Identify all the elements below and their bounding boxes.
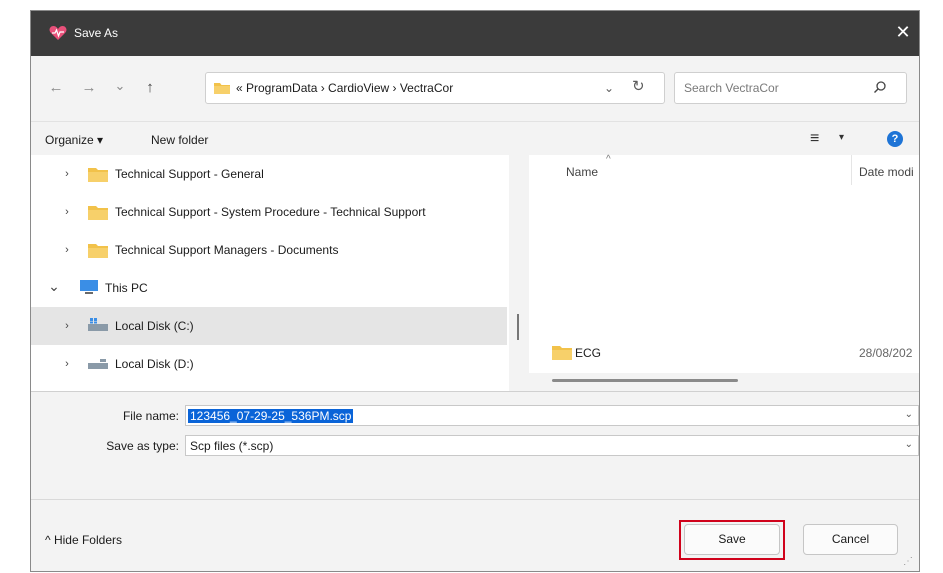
- tree-item-label[interactable]: Technical Support - System Procedure - T…: [115, 205, 426, 219]
- chevron-down-icon[interactable]: ⌄: [604, 81, 614, 95]
- forward-arrow-icon[interactable]: →: [78, 77, 100, 99]
- save-button[interactable]: Save: [684, 524, 780, 555]
- divider: [31, 391, 919, 392]
- file-list-pane: ECG 28/08/202: [529, 155, 919, 391]
- save-as-dialog: Save As ✕ ← → ⌄ ↑ « ProgramData › Cardio…: [30, 10, 920, 572]
- tree-item[interactable]: ⌄ This PC: [31, 269, 507, 307]
- chevron-right-icon[interactable]: ›: [61, 167, 73, 181]
- tree-item-label[interactable]: Local Disk (C:): [115, 319, 194, 333]
- file-name-label: File name:: [122, 409, 179, 423]
- divider: [31, 499, 919, 500]
- column-header-name[interactable]: Name: [566, 165, 598, 179]
- pane-splitter[interactable]: [513, 155, 527, 391]
- close-icon[interactable]: ✕: [893, 21, 913, 43]
- file-date: 28/08/202: [859, 346, 913, 360]
- chevron-down-icon[interactable]: ⌄: [905, 439, 913, 450]
- tree-item-label[interactable]: Technical Support - General: [115, 167, 264, 181]
- folder-icon: [88, 206, 108, 220]
- column-header-date[interactable]: Date modi: [859, 165, 914, 179]
- scrollbar-thumb[interactable]: [517, 314, 519, 340]
- resize-grip-icon[interactable]: ⋰: [903, 556, 913, 567]
- save-type-value[interactable]: Scp files (*.scp): [190, 439, 273, 453]
- tree-item-label[interactable]: This PC: [105, 281, 148, 295]
- list-item[interactable]: ECG 28/08/202: [529, 342, 919, 364]
- folder-icon: [552, 346, 572, 360]
- tree-item-selected[interactable]: › Local Disk (C:): [31, 307, 507, 345]
- new-folder-button[interactable]: New folder: [151, 133, 208, 147]
- disk-icon: [88, 359, 108, 369]
- help-icon[interactable]: ?: [887, 131, 903, 147]
- chevron-down-icon[interactable]: ⌄: [48, 279, 60, 293]
- tree-item[interactable]: › Local Disk (D:): [31, 345, 507, 383]
- search-icon[interactable]: [873, 80, 887, 94]
- view-dropdown-icon[interactable]: ▾: [839, 132, 844, 143]
- breadcrumb[interactable]: « ProgramData › CardioView › VectraCor: [236, 81, 453, 95]
- tree-item[interactable]: › Technical Support - General: [31, 155, 507, 193]
- pc-icon: [80, 280, 98, 294]
- address-bar[interactable]: « ProgramData › CardioView › VectraCor ⌄…: [205, 72, 665, 104]
- organize-button[interactable]: Organize ▾: [45, 133, 103, 147]
- up-arrow-icon[interactable]: ↑: [139, 77, 161, 99]
- file-name[interactable]: ECG: [575, 346, 601, 360]
- chevron-down-icon[interactable]: ⌄: [905, 409, 913, 420]
- chevron-right-icon[interactable]: ›: [61, 243, 73, 257]
- tree-item-label[interactable]: Technical Support Managers - Documents: [115, 243, 338, 257]
- tree-item[interactable]: › Technical Support Managers - Documents: [31, 231, 507, 269]
- file-name-field[interactable]: 123456_07-29-25_536PM.scp ⌄: [185, 405, 919, 426]
- refresh-icon[interactable]: ↻: [632, 77, 645, 95]
- column-divider[interactable]: [851, 155, 852, 185]
- chevron-right-icon[interactable]: ›: [61, 205, 73, 219]
- sort-ascending-icon: ^: [606, 154, 611, 165]
- recent-locations-icon[interactable]: ⌄: [109, 75, 131, 97]
- back-arrow-icon[interactable]: ←: [45, 77, 67, 99]
- hide-folders-button[interactable]: ^ Hide Folders: [45, 533, 122, 547]
- scrollbar-thumb[interactable]: [552, 379, 738, 382]
- horizontal-scrollbar[interactable]: [529, 373, 919, 391]
- search-input[interactable]: Search VectraCor: [684, 81, 779, 95]
- search-box[interactable]: Search VectraCor: [674, 72, 907, 104]
- file-name-input[interactable]: 123456_07-29-25_536PM.scp: [188, 409, 354, 423]
- save-type-select[interactable]: Scp files (*.scp) ⌄: [185, 435, 919, 456]
- folder-icon: [88, 244, 108, 258]
- heart-app-icon: [49, 26, 67, 40]
- title-bar: Save As ✕: [31, 11, 919, 56]
- navigation-pane: › Technical Support - General › Technica…: [31, 155, 509, 391]
- window-title: Save As: [74, 26, 119, 40]
- tree-item-label[interactable]: Local Disk (D:): [115, 357, 194, 371]
- view-options-icon[interactable]: ≡: [810, 130, 819, 148]
- save-type-label: Save as type:: [106, 439, 179, 453]
- tree-item[interactable]: › Technical Support - System Procedure -…: [31, 193, 507, 231]
- folder-icon: [88, 168, 108, 182]
- chevron-right-icon[interactable]: ›: [61, 319, 73, 333]
- cancel-button[interactable]: Cancel: [803, 524, 898, 555]
- divider: [31, 121, 919, 122]
- folder-icon: [214, 83, 230, 94]
- chevron-right-icon[interactable]: ›: [61, 357, 73, 371]
- disk-icon: [88, 318, 108, 331]
